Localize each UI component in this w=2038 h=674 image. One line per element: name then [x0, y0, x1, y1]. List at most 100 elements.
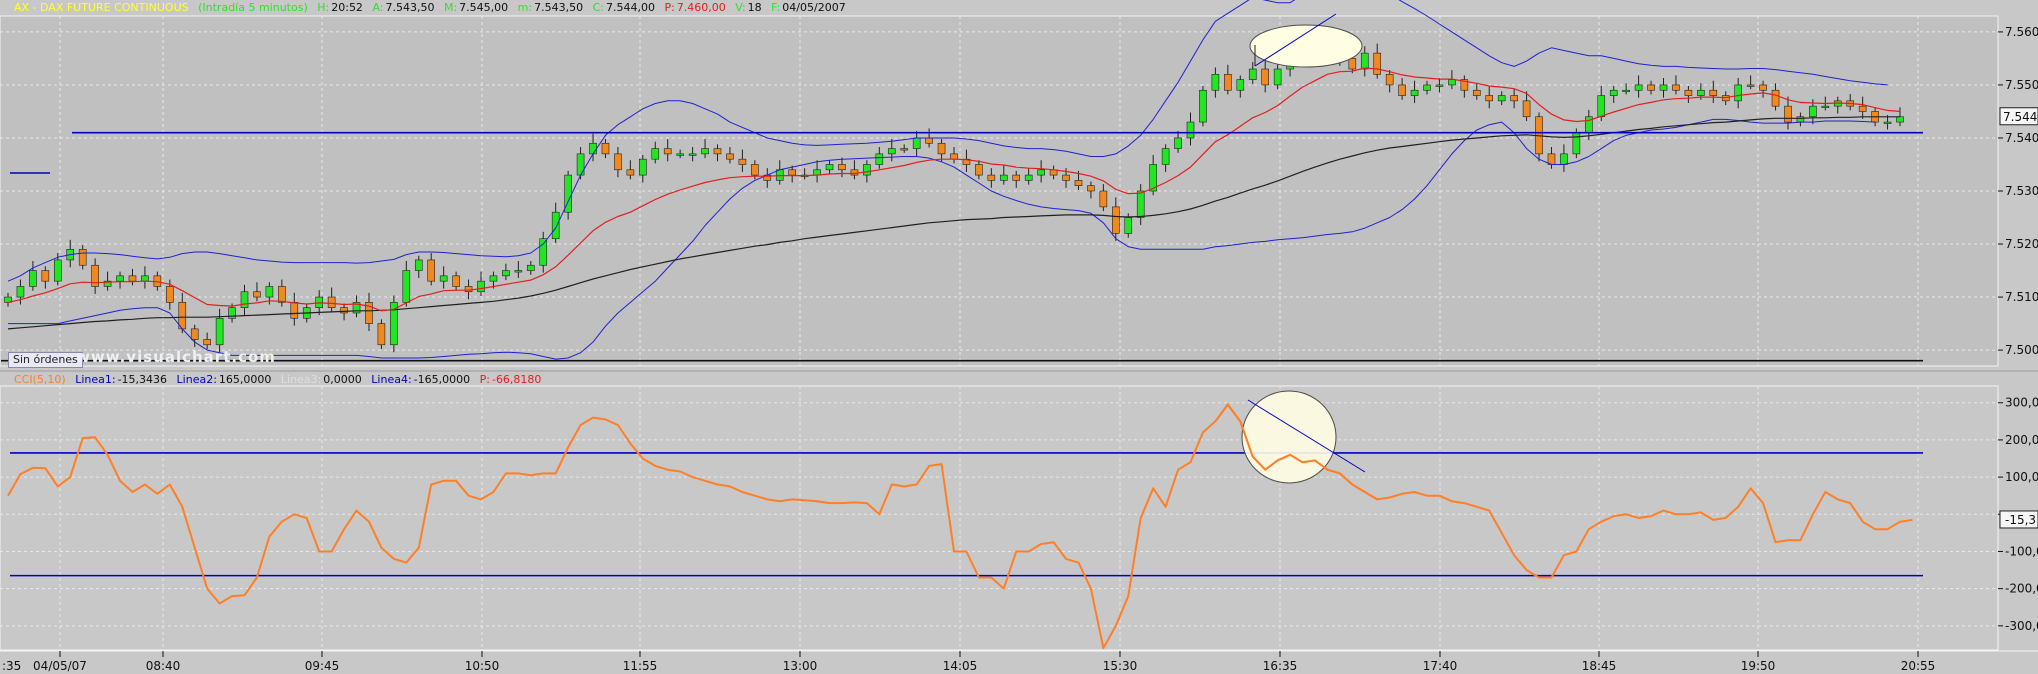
candle-body [838, 164, 846, 171]
candle-body [589, 142, 597, 155]
candle-body [663, 148, 672, 155]
candle-body [1622, 89, 1630, 93]
candle-body [1485, 95, 1494, 102]
candle-body [1858, 105, 1867, 112]
candle-body [327, 296, 336, 308]
m-label: M: [443, 1, 458, 14]
price-tick-label: 7.540,0 [2005, 131, 2038, 145]
c-label: C: [592, 1, 604, 14]
indicator-pane-frame [0, 385, 1999, 651]
candle-body [464, 286, 473, 293]
candle-body [900, 148, 909, 151]
time-tick-label: 11:55 [623, 659, 658, 673]
candle-body [166, 286, 174, 303]
candle-body [1161, 148, 1170, 165]
time-tick-label: 15:30 [1103, 659, 1138, 673]
candle-body [215, 317, 224, 346]
candle-body [141, 275, 149, 282]
candle-body [427, 259, 436, 282]
watermark: www.visualchart.com [76, 348, 276, 366]
candle-body [975, 164, 983, 176]
indicator-tick-label: 200,0 [2005, 433, 2038, 447]
l3-label: Linea3: [280, 373, 322, 386]
symbol-name: AX - DAX FUTURE CONTINUOUS [14, 1, 189, 14]
candle-body [477, 280, 485, 293]
f-label: F: [771, 1, 781, 14]
candle-body [1385, 74, 1394, 86]
candle-body [1224, 74, 1232, 91]
time-tick-label: 19:50 [1741, 659, 1776, 673]
candle-body [651, 148, 660, 160]
candle-body [1472, 89, 1481, 96]
candle-body [1248, 68, 1257, 80]
candle-body [1236, 79, 1245, 91]
candle-body [439, 275, 448, 282]
candle-body [850, 169, 859, 176]
candle-body [1136, 190, 1145, 218]
candle-body [78, 249, 87, 266]
candle-body [29, 270, 37, 287]
candle-body [925, 137, 933, 144]
candle-body [265, 286, 274, 298]
candle-body [1099, 190, 1108, 208]
candle-body [1510, 95, 1518, 102]
p-value: 7.460,00 [676, 1, 726, 14]
candle-body [937, 142, 946, 155]
candle-body [1634, 84, 1643, 91]
chart-canvas[interactable]: 7.500,0 7.510,0 7.520,0 7.530,0 7.540,0 7.550… [0, 0, 2038, 674]
l2-value: 165,0000 [218, 373, 272, 386]
candle-body [950, 153, 958, 160]
time-tick-label: 20:55 [1901, 659, 1936, 673]
candle-body [1174, 137, 1182, 149]
candle-body [1784, 105, 1792, 123]
candle-body [402, 270, 411, 303]
candle-body [1074, 180, 1083, 186]
candle-body [377, 323, 386, 346]
candle-body [514, 270, 523, 273]
mi-value: 7.543,50 [534, 1, 584, 14]
candle-body [713, 148, 722, 155]
h-time: 20:52 [331, 1, 363, 14]
candle-body [551, 211, 560, 240]
indicator-tick-label: 300,0 [2005, 396, 2038, 410]
candle-body [1199, 89, 1207, 123]
price-tick-label: 7.550,0 [2005, 78, 2038, 92]
l1-value: -15,3436 [117, 373, 168, 386]
candle-body [1348, 58, 1357, 70]
candle-body [526, 264, 535, 271]
candle-body [539, 238, 548, 266]
candle-body [1410, 89, 1419, 96]
candle-body [1012, 174, 1021, 181]
candle-body [1796, 116, 1805, 123]
candle-body [1522, 100, 1531, 118]
candle-body [1572, 132, 1581, 155]
l1-label: Linea1: [75, 373, 116, 386]
candle-body [639, 158, 647, 176]
candle-body [1423, 84, 1431, 91]
l2-label: Linea2: [176, 373, 217, 386]
time-tick-label: 09:45 [305, 659, 340, 673]
time-tick-label: 10:50 [465, 659, 500, 673]
l3-value: 0,0000 [323, 373, 362, 386]
candle-body [489, 275, 498, 282]
candle-body [240, 291, 249, 308]
ip-label: P: [479, 373, 490, 386]
candle-body [875, 153, 884, 165]
candle-body [1398, 84, 1406, 96]
indicator-header: CCI(5,10) Linea1: -15,3436 Linea2: 165,000… [14, 373, 547, 387]
candle-body [1448, 79, 1456, 86]
candle-body [1821, 105, 1830, 108]
price-header: AX - DAX FUTURE CONTINUOUS (Intradía 5 m… [14, 1, 852, 15]
candle-body [1560, 153, 1568, 165]
candle-body [414, 259, 423, 271]
candle-body [1597, 95, 1606, 118]
candle-body [1062, 174, 1070, 181]
candle-body [1497, 95, 1506, 102]
candle-body [825, 164, 834, 171]
mi-label: m: [517, 1, 533, 14]
c-value: 7.544,00 [605, 1, 655, 14]
orders-badge[interactable]: Sin órdenes [8, 352, 83, 368]
candle-body [41, 270, 50, 282]
candle-body [1124, 217, 1133, 234]
last-price-label: 7.544,0 [2003, 110, 2038, 124]
